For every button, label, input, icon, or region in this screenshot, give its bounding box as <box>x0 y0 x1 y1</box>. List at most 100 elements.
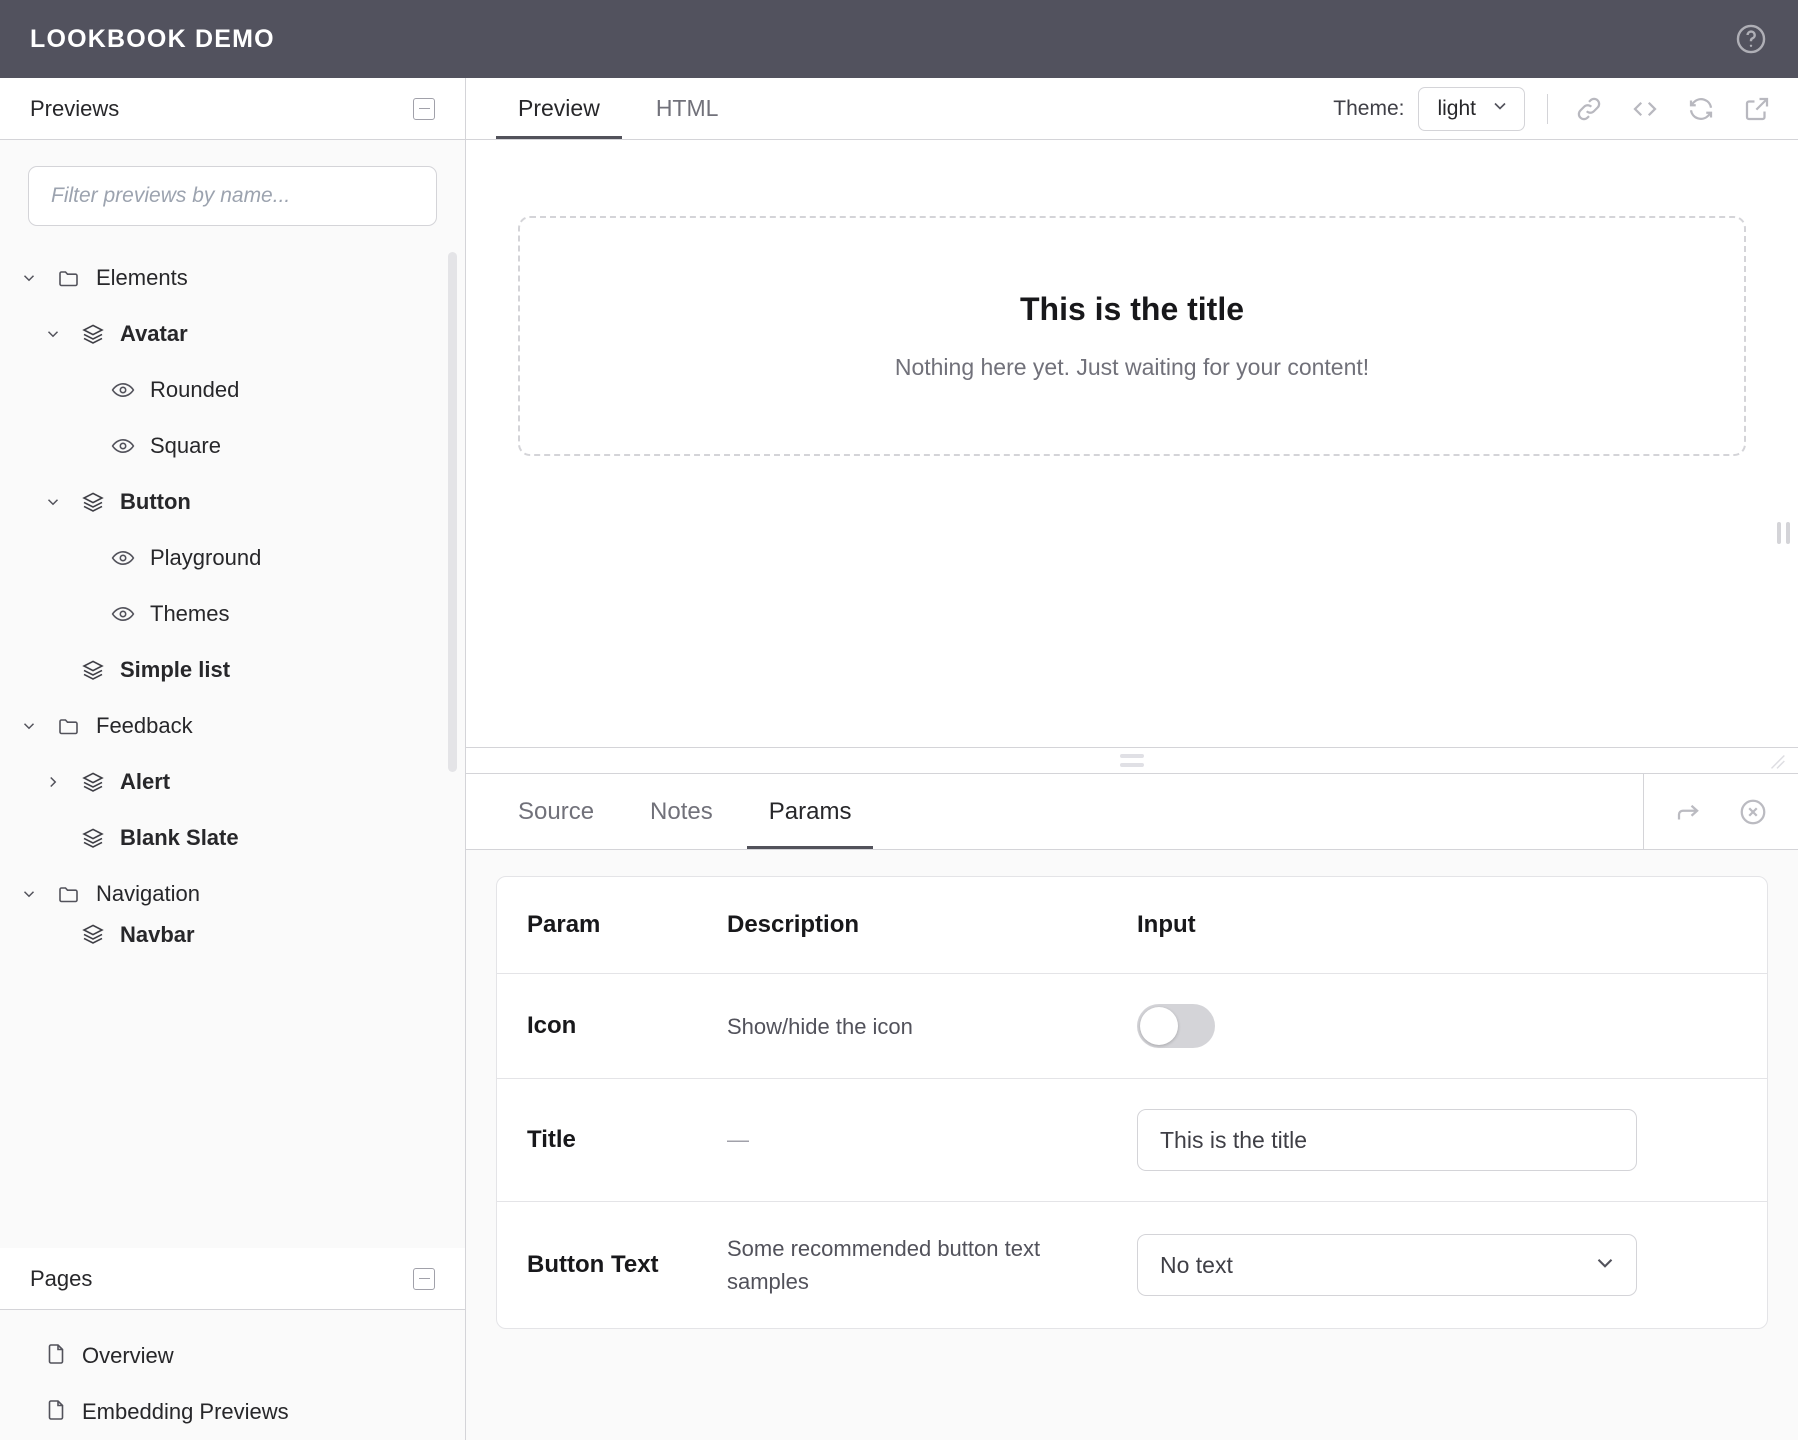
previews-tree-scroll: Elements Avatar Rounded Square Button Pl… <box>0 250 465 962</box>
tree-item-avatar[interactable]: Avatar <box>0 306 465 362</box>
app-brand-title: LOOKBOOK DEMO <box>30 24 275 53</box>
previews-tree: Elements Avatar Rounded Square Button Pl… <box>0 236 465 1248</box>
tree-item-navigation[interactable]: Navigation <box>0 866 465 922</box>
clear-circle-x-icon[interactable] <box>1738 797 1768 827</box>
theme-label: Theme: <box>1333 96 1405 120</box>
layers-icon <box>78 770 108 794</box>
share-arrow-icon[interactable] <box>1674 797 1704 827</box>
folder-icon <box>54 266 84 290</box>
table-row: Title — <box>497 1079 1767 1202</box>
tab-label: HTML <box>655 95 719 121</box>
chevron-down-icon <box>40 493 66 511</box>
previews-panel-title: Previews <box>30 95 120 121</box>
tab-label: Source <box>518 797 595 825</box>
pages-list: Overview Embedding Previews <box>0 1310 465 1440</box>
tree-item-playground[interactable]: Playground <box>0 530 465 586</box>
tree-item-square[interactable]: Square <box>0 418 465 474</box>
tree-item-alert[interactable]: Alert <box>0 754 465 810</box>
layers-icon <box>78 322 108 346</box>
param-name: Icon <box>527 1011 577 1039</box>
folder-icon <box>54 882 84 906</box>
tree-item-themes[interactable]: Themes <box>0 586 465 642</box>
layers-icon <box>78 826 108 850</box>
tab-params[interactable]: Params <box>746 774 874 849</box>
minus-square-icon[interactable] <box>413 97 435 120</box>
eye-icon <box>108 434 138 458</box>
inspector-panel: Source Notes Params Param Description In… <box>466 774 1798 1440</box>
tab-label: Params <box>768 797 852 825</box>
tab-preview[interactable]: Preview <box>496 78 622 139</box>
link-icon[interactable] <box>1574 94 1604 124</box>
eye-icon <box>108 546 138 570</box>
theme-select[interactable]: light <box>1418 86 1525 131</box>
param-description: Some recommended button text samples <box>727 1236 1041 1294</box>
chevron-down-icon <box>16 885 42 903</box>
tree-item-label: Avatar <box>120 321 188 346</box>
resize-corner-icon[interactable] <box>1766 750 1788 772</box>
tree-item-label: Themes <box>150 601 230 626</box>
page-item-label: Overview <box>82 1343 174 1368</box>
tree-item-label: Simple list <box>120 657 231 682</box>
eye-icon <box>108 378 138 402</box>
chevron-down-icon <box>40 325 66 343</box>
chevron-right-icon <box>40 773 66 791</box>
theme-group: Theme: light <box>1311 86 1547 131</box>
chevron-down-icon <box>16 717 42 735</box>
preview-stage: This is the title Nothing here yet. Just… <box>466 140 1798 748</box>
param-description: — <box>727 1127 749 1152</box>
tree-item-elements[interactable]: Elements <box>0 250 465 306</box>
tree-item-label: Elements <box>96 265 188 290</box>
tree-item-label: Alert <box>120 769 171 794</box>
code-icon[interactable] <box>1630 94 1660 124</box>
app-header: LOOKBOOK DEMO <box>0 0 1798 78</box>
inspector-tab-list: Source Notes Params <box>466 774 874 849</box>
tree-item-feedback[interactable]: Feedback <box>0 698 465 754</box>
chevron-down-icon <box>1592 1250 1618 1281</box>
title-text-input[interactable] <box>1137 1109 1637 1171</box>
theme-value: light <box>1437 96 1476 120</box>
eye-icon <box>108 602 138 626</box>
button-text-select[interactable]: No text <box>1137 1234 1637 1296</box>
table-row: Icon Show/hide the icon <box>497 974 1767 1079</box>
pages-panel-header: Pages <box>0 1248 465 1310</box>
horizontal-resize-handle[interactable] <box>466 748 1798 774</box>
tree-item-label: Feedback <box>96 713 193 738</box>
preview-inner: This is the title Nothing here yet. Just… <box>466 140 1798 456</box>
tab-label: Preview <box>518 95 600 121</box>
file-icon <box>44 1342 68 1371</box>
external-link-icon[interactable] <box>1742 94 1772 124</box>
tab-source[interactable]: Source <box>496 774 616 849</box>
page-item-overview[interactable]: Overview <box>0 1328 465 1384</box>
help-circle-icon[interactable] <box>1734 22 1768 56</box>
lookbook-app: LOOKBOOK DEMO Previews Filter previews b… <box>0 0 1798 1440</box>
tree-item-button[interactable]: Button <box>0 474 465 530</box>
page-item-label: Embedding Previews <box>82 1399 289 1424</box>
inspector-tabs: Source Notes Params <box>466 774 1798 850</box>
column-header-param: Param <box>497 877 697 974</box>
filter-previews-input[interactable] <box>28 166 437 226</box>
tree-item-label: Playground <box>150 545 262 570</box>
tree-item-blank-slate[interactable]: Blank Slate <box>0 810 465 866</box>
chevron-down-icon <box>16 269 42 287</box>
minus-square-icon[interactable] <box>413 1267 435 1290</box>
page-item-embedding-previews[interactable]: Embedding Previews <box>0 1384 465 1440</box>
tree-item-label: Blank Slate <box>120 825 239 850</box>
tree-item-rounded[interactable]: Rounded <box>0 362 465 418</box>
param-description: Show/hide the icon <box>727 1013 913 1039</box>
vertical-resize-handle[interactable] <box>1774 520 1792 546</box>
param-name: Title <box>527 1125 576 1153</box>
refresh-icon[interactable] <box>1686 94 1716 124</box>
drag-grip-icon <box>1120 754 1144 767</box>
preview-tabs: Preview HTML <box>466 78 740 139</box>
tree-item-simple-list[interactable]: Simple list <box>0 642 465 698</box>
tree-item-label: Rounded <box>150 377 240 402</box>
preview-toolbar: Preview HTML Theme: light <box>466 78 1798 140</box>
tab-html[interactable]: HTML <box>634 78 741 139</box>
icon-toggle-switch[interactable] <box>1137 1004 1215 1048</box>
tree-item-navbar[interactable]: Navbar <box>0 922 465 962</box>
select-value: No text <box>1160 1251 1233 1278</box>
tab-notes[interactable]: Notes <box>628 774 735 849</box>
blank-slate-subtitle: Nothing here yet. Just waiting for your … <box>894 354 1370 380</box>
table-row: Button Text Some recommended button text… <box>497 1202 1767 1328</box>
file-icon <box>44 1398 68 1427</box>
